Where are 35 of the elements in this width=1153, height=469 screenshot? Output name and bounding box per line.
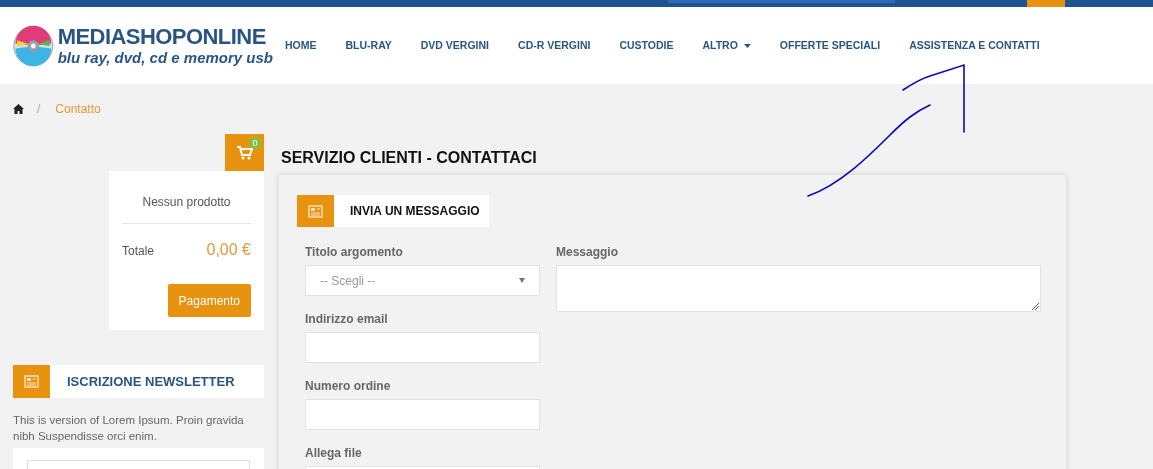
input-field[interactable] xyxy=(305,332,540,363)
field-label: Indirizzo email xyxy=(305,311,389,328)
total-value: 0,00 € xyxy=(206,240,251,260)
nav-link[interactable]: OFFERTE SPECIALI xyxy=(779,37,881,54)
search-bar[interactable] xyxy=(668,0,895,3)
caret-icon xyxy=(743,43,751,48)
page-title: SERVIZIO CLIENTI - CONTATTACI xyxy=(281,148,538,168)
nav-link[interactable]: ASSISTENZA E CONTATTI xyxy=(909,37,1040,54)
input-field[interactable] xyxy=(305,399,540,430)
form-title: INVIA UN MESSAGGIO xyxy=(350,203,480,220)
dropdown-arrow-icon xyxy=(519,278,525,283)
field-label: Allega file xyxy=(305,445,363,462)
nav-link[interactable]: CD-R VERGINI xyxy=(518,37,591,54)
newspaper-icon xyxy=(308,204,323,218)
resize-handle-icon[interactable] xyxy=(1032,303,1039,310)
newsletter-description: This is version of Lorem Ipsum. Proin gravida nibh Suspendisse orci enim. xyxy=(13,413,245,444)
nav-link[interactable]: CUSTODIE xyxy=(619,37,674,54)
breadcrumb-separator: / xyxy=(37,101,41,118)
logo-title: MEDIASHOPONLINE xyxy=(57,26,267,48)
newspaper-icon xyxy=(24,375,39,388)
newsletter-title: ISCRIZIONE NEWSLETTER xyxy=(67,372,235,391)
total-label: Totale xyxy=(122,243,155,260)
cart-icon xyxy=(236,145,253,160)
nav-link[interactable]: DVD VERGINI xyxy=(420,37,490,54)
field-label: Numero ordine xyxy=(305,378,392,395)
home-icon[interactable] xyxy=(13,104,24,114)
top-bar-tab[interactable] xyxy=(1027,0,1065,7)
cart-empty-text: Nessun prodotto xyxy=(122,193,251,224)
field-label: Messaggio xyxy=(556,244,619,261)
field-label: Titolo argomento xyxy=(305,244,404,261)
nav-link[interactable]: HOME xyxy=(285,37,317,54)
nav-link[interactable]: ALTRO xyxy=(702,37,751,54)
logo-tagline: blu ray, dvd, cd e memory usb xyxy=(57,50,273,65)
cart-count-badge: 0 xyxy=(249,137,261,149)
nav-link[interactable]: BLU-RAY xyxy=(345,37,392,54)
